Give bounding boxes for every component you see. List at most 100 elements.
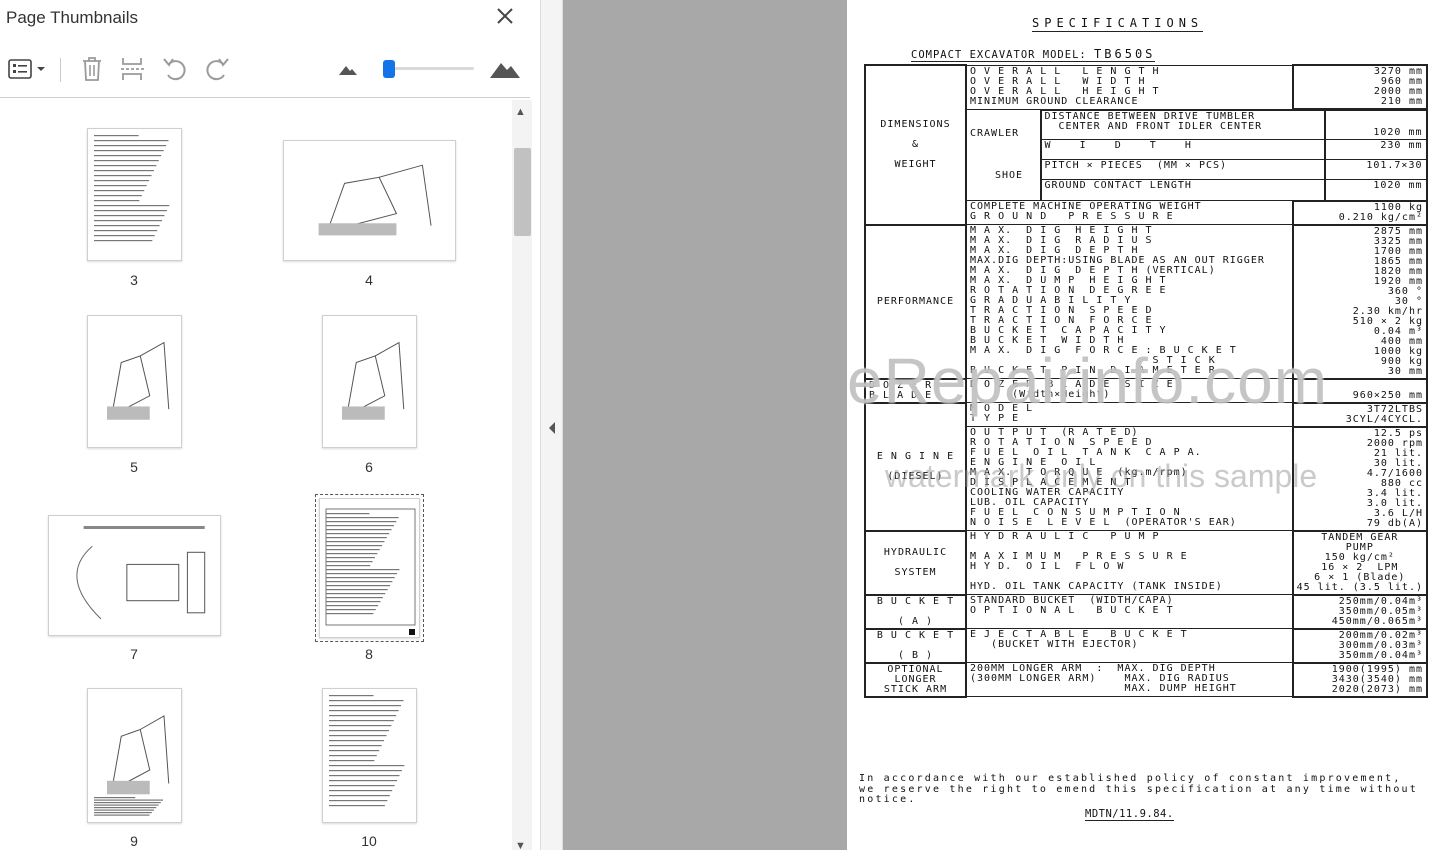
crawler-label: CRAWLER xyxy=(970,127,1020,139)
scrollbar-thumb[interactable] xyxy=(514,148,531,236)
pdf-viewer-window: Page Thumbnails 3 4 5 6 7 8 9 10 ▲ ▼ SPE… xyxy=(0,0,1439,850)
performance-row: PERFORMANCE M A X. D I G H E I G H T M A… xyxy=(864,223,1429,380)
thumbnail-scrollbar[interactable]: ▲ ▼ xyxy=(512,100,532,850)
category-performance: PERFORMANCE xyxy=(864,223,967,380)
specifications-table: DIMENSIONS & WEIGHT O V E R A L L L E N … xyxy=(864,64,1429,698)
thumbnail-page-number: 10 xyxy=(361,833,377,849)
thumbnail-image[interactable] xyxy=(87,688,182,823)
bucket-a-row: B U C K E T ( A ) STANDARD BUCKET (WIDTH… xyxy=(864,593,1429,630)
zoom-out-thumbnails-button[interactable] xyxy=(338,54,358,84)
thumbnail-page-number: 5 xyxy=(130,459,138,475)
shoe-label: SHOE xyxy=(995,169,1024,181)
crawler-item: GROUND CONTACT LENGTH xyxy=(1040,179,1326,200)
category-dimensions: DIMENSIONS & WEIGHT xyxy=(864,64,967,226)
crawler-detail-table: DISTANCE BETWEEN DRIVE TUMBLER CENTER AN… xyxy=(1040,110,1427,200)
insert-pages-button[interactable] xyxy=(118,54,148,84)
dozer-items: D O Z E R B L A D E S I Z E (Width×Heigh… xyxy=(965,378,1294,403)
dimensions-overall-row: DIMENSIONS & WEIGHT O V E R A L L L E N … xyxy=(864,64,1429,226)
thumbnail-options-button[interactable] xyxy=(6,54,48,84)
document-canvas-background xyxy=(563,0,847,850)
crawler-value: 101.7×30 xyxy=(1324,159,1427,180)
toolbar-separator xyxy=(60,58,61,82)
thumbnail-image[interactable] xyxy=(48,515,221,636)
overall-items: O V E R A L L L E N G T H O V E R A L L … xyxy=(965,64,1294,110)
thumbnail-image[interactable] xyxy=(319,498,420,638)
optional-arm-row: OPTIONAL LONGER STICK ARM 200MM LONGER A… xyxy=(864,661,1429,698)
rotate-left-button[interactable] xyxy=(160,54,190,84)
performance-values: 2875 mm 3325 mm 1700 mm 1865 mm 1820 mm … xyxy=(1291,223,1429,380)
category-dozer: D O Z E R B L A D E xyxy=(864,377,967,404)
crawler-row: DISTANCE BETWEEN DRIVE TUMBLER CENTER AN… xyxy=(1040,110,1427,140)
category-engine: E N G I N E (DIESEL) xyxy=(864,401,967,532)
close-panel-button[interactable] xyxy=(494,5,516,27)
dozer-row: D O Z E R B L A D E D O Z E R B L A D E … xyxy=(864,377,1429,404)
rotate-right-button[interactable] xyxy=(202,54,232,84)
thumbnail-list: 3 4 5 6 7 8 9 10 xyxy=(0,100,512,850)
optional-arm-items: 200MM LONGER ARM : MAX. DIG DEPTH (300MM… xyxy=(965,662,1294,697)
crawler-item: PITCH × PIECES (MM × PCS) xyxy=(1040,159,1326,180)
category-bucket-b: B U C K E T ( B ) xyxy=(864,627,967,664)
thumbnail-image[interactable] xyxy=(283,140,456,261)
crawler-item: DISTANCE BETWEEN DRIVE TUMBLER CENTER AN… xyxy=(1040,110,1326,140)
category-bucket-a: B U C K E T ( A ) xyxy=(864,593,967,630)
panel-title: Page Thumbnails xyxy=(6,8,138,27)
bucket-b-items: E J E C T A B L E B U C K E T (BUCKET WI… xyxy=(965,628,1294,663)
bucket-a-items: STANDARD BUCKET (WIDTH/CAPA) O P T I O N… xyxy=(965,594,1294,629)
scroll-up-icon[interactable]: ▲ xyxy=(515,106,526,118)
overall-values: 3270 mm 960 mm 2000 mm 210 mm xyxy=(1291,64,1429,110)
collapse-panel-icon[interactable] xyxy=(547,420,557,436)
performance-items: M A X. D I G H E I G H T M A X. D I G R … xyxy=(965,224,1294,379)
thumbnail-toolbar xyxy=(0,44,530,98)
hydraulic-row: HYDRAULIC SYSTEM H Y D R A U L I C P U M… xyxy=(864,529,1429,596)
weight-items: COMPLETE MACHINE OPERATING WEIGHT G R O … xyxy=(965,200,1294,225)
small-mountain-icon xyxy=(339,66,357,75)
crawler-row: GROUND CONTACT LENGTH 1020 mm xyxy=(1040,179,1427,200)
model-name: TB650S xyxy=(1094,47,1156,61)
engine-items: O U T P U T (R A T E D) R O T A T I O N … xyxy=(965,426,1294,531)
thumbnail-image[interactable] xyxy=(87,315,182,448)
thumbnail-page-number: 6 xyxy=(365,459,373,475)
crawler-value: 1020 mm xyxy=(1324,110,1427,140)
list-options-icon xyxy=(8,59,45,79)
delete-pages-button[interactable] xyxy=(78,54,106,84)
scroll-down-icon[interactable]: ▼ xyxy=(515,840,526,850)
bucket-a-values: 250mm/0.04m³ 350mm/0.05m³ 450mm/0.065m³ xyxy=(1291,593,1429,630)
thumbnail-image[interactable] xyxy=(322,688,417,823)
crawler-label-cell: CRAWLER SHOE xyxy=(965,108,1041,201)
document-subtitle: COMPACT EXCAVATOR MODEL: TB650S xyxy=(911,47,1156,62)
bucket-b-values: 200mm/0.02m³ 300mm/0.03m³ 350mm/0.04m³ xyxy=(1291,627,1429,664)
crawler-value: 1020 mm xyxy=(1324,179,1427,200)
insert-pages-icon xyxy=(121,58,145,80)
engine-model-row: E N G I N E (DIESEL) M O D E L T Y P E 3… xyxy=(864,401,1429,532)
crawler-row: PITCH × PIECES (MM × PCS) 101.7×30 xyxy=(1040,159,1427,180)
page-thumbnails-panel: Page Thumbnails 3 4 5 6 7 8 9 10 ▲ ▼ xyxy=(0,0,541,850)
document-page: SPECIFICATIONS COMPACT EXCAVATOR MODEL: … xyxy=(847,0,1439,850)
thumbnail-page-number: 3 xyxy=(130,272,138,288)
thumbnail-image[interactable] xyxy=(87,128,182,261)
thumbnail-page-number: 8 xyxy=(365,646,373,662)
hydraulic-items: H Y D R A U L I C P U M P M A X I M U M … xyxy=(965,530,1294,595)
panel-splitter[interactable] xyxy=(541,0,563,850)
engine-model-values: 3T72LTBS 3CYL/4CYCL. xyxy=(1291,401,1429,428)
crawler-detail-cell: DISTANCE BETWEEN DRIVE TUMBLER CENTER AN… xyxy=(1039,108,1428,201)
weight-values: 1100 kg 0.210 kg/cm² xyxy=(1291,199,1429,226)
close-icon xyxy=(497,8,513,24)
engine-model-items: M O D E L T Y P E xyxy=(965,402,1294,427)
rotate-cw-icon xyxy=(206,58,229,81)
thumbnail-page-number: 9 xyxy=(130,833,138,849)
large-mountain-icon xyxy=(490,63,520,78)
slider-thumb[interactable] xyxy=(383,60,395,78)
zoom-in-thumbnails-button[interactable] xyxy=(488,54,522,84)
crawler-row: W I D T H 230 mm xyxy=(1040,139,1427,160)
footnote: In accordance with our established polic… xyxy=(859,773,1418,805)
bucket-b-row: B U C K E T ( B ) E J E C T A B L E B U … xyxy=(864,627,1429,664)
category-optional-arm: OPTIONAL LONGER STICK ARM xyxy=(864,661,967,698)
dozer-values: 960×250 mm xyxy=(1291,377,1429,404)
trash-icon xyxy=(83,57,101,81)
crawler-value: 230 mm xyxy=(1324,139,1427,160)
document-title: SPECIFICATIONS xyxy=(1032,16,1204,32)
thumbnail-page-number: 7 xyxy=(130,646,138,662)
subtitle-prefix: COMPACT EXCAVATOR MODEL: xyxy=(911,49,1087,61)
thumbnail-image[interactable] xyxy=(322,315,417,448)
thumbnail-size-slider[interactable] xyxy=(388,67,474,70)
